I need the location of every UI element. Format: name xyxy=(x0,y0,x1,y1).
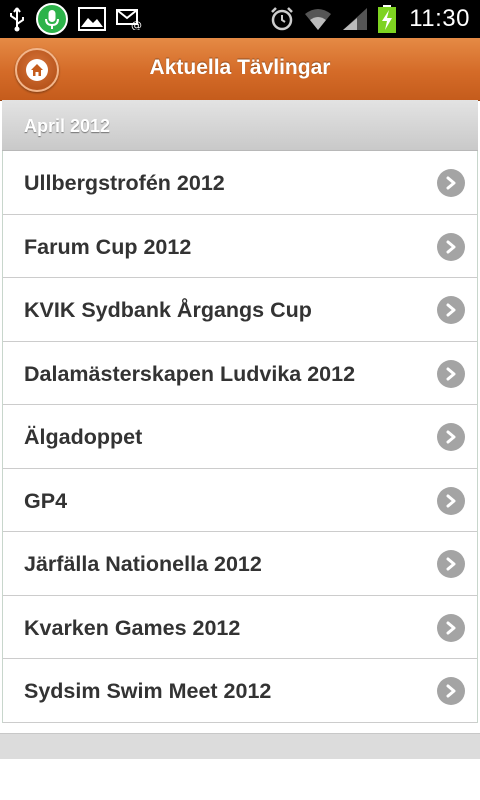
list-item-label: Ullbergstrofén 2012 xyxy=(24,171,225,195)
chevron-right-icon xyxy=(437,232,465,261)
alarm-icon xyxy=(269,6,295,32)
list-item-label: Järfälla Nationella 2012 xyxy=(24,552,262,576)
list-item-label: Farum Cup 2012 xyxy=(24,234,192,259)
list-item[interactable]: Kvarken Games 2012 xyxy=(3,595,477,659)
gallery-icon xyxy=(78,7,106,31)
chevron-right-icon xyxy=(437,613,465,642)
status-bar: @ 11:30 xyxy=(0,0,480,38)
list-item-label: Sydsim Swim Meet 2012 xyxy=(24,679,272,703)
header-bar: Aktuella Tävlingar xyxy=(0,38,480,101)
chevron-right-icon xyxy=(437,169,465,197)
list-item-label: GP4 xyxy=(24,488,68,513)
list-item-label: Älgadoppet xyxy=(24,425,143,449)
home-button[interactable] xyxy=(15,48,59,92)
page-title: Aktuella Tävlingar xyxy=(149,56,331,79)
list-item[interactable]: KVIK Sydbank Årgangs Cup xyxy=(3,278,477,342)
chevron-right-icon xyxy=(437,296,465,324)
list-item[interactable]: Älgadoppet xyxy=(3,405,477,469)
competition-list: Ullbergstrofén 2012 Farum Cup 2012 KVIK … xyxy=(2,151,478,723)
chevron-right-icon xyxy=(437,486,465,515)
list-item[interactable]: Järfälla Nationella 2012 xyxy=(3,532,477,596)
list-item[interactable]: Sydsim Swim Meet 2012 xyxy=(3,659,477,723)
signal-icon xyxy=(341,6,369,32)
mic-icon xyxy=(36,3,68,35)
footer-band xyxy=(0,733,480,759)
battery-charging-icon xyxy=(377,4,397,34)
list-item[interactable]: Ullbergstrofén 2012 xyxy=(3,151,477,215)
wifi-icon xyxy=(303,6,333,32)
list-item[interactable]: Dalamästerskapen Ludvika 2012 xyxy=(3,341,477,405)
chevron-right-icon xyxy=(437,677,465,705)
list-item-label: KVIK Sydbank Årgangs Cup xyxy=(24,298,312,322)
svg-text:@: @ xyxy=(131,19,142,30)
list-item-label: Kvarken Games 2012 xyxy=(24,615,241,640)
usb-icon xyxy=(8,6,26,32)
list-item[interactable]: Farum Cup 2012 xyxy=(3,214,477,278)
chevron-right-icon xyxy=(437,550,465,578)
list-divider: April 2012 xyxy=(2,100,478,151)
chevron-right-icon xyxy=(437,423,465,451)
content: April 2012 Ullbergstrofén 2012 Farum Cup… xyxy=(2,100,478,723)
home-icon xyxy=(26,59,48,81)
chevron-right-icon xyxy=(437,359,465,388)
list-item-label: Dalamästerskapen Ludvika 2012 xyxy=(24,361,356,386)
clock: 11:30 xyxy=(409,5,470,32)
list-item[interactable]: GP4 xyxy=(3,468,477,532)
email-icon: @ xyxy=(116,8,144,30)
